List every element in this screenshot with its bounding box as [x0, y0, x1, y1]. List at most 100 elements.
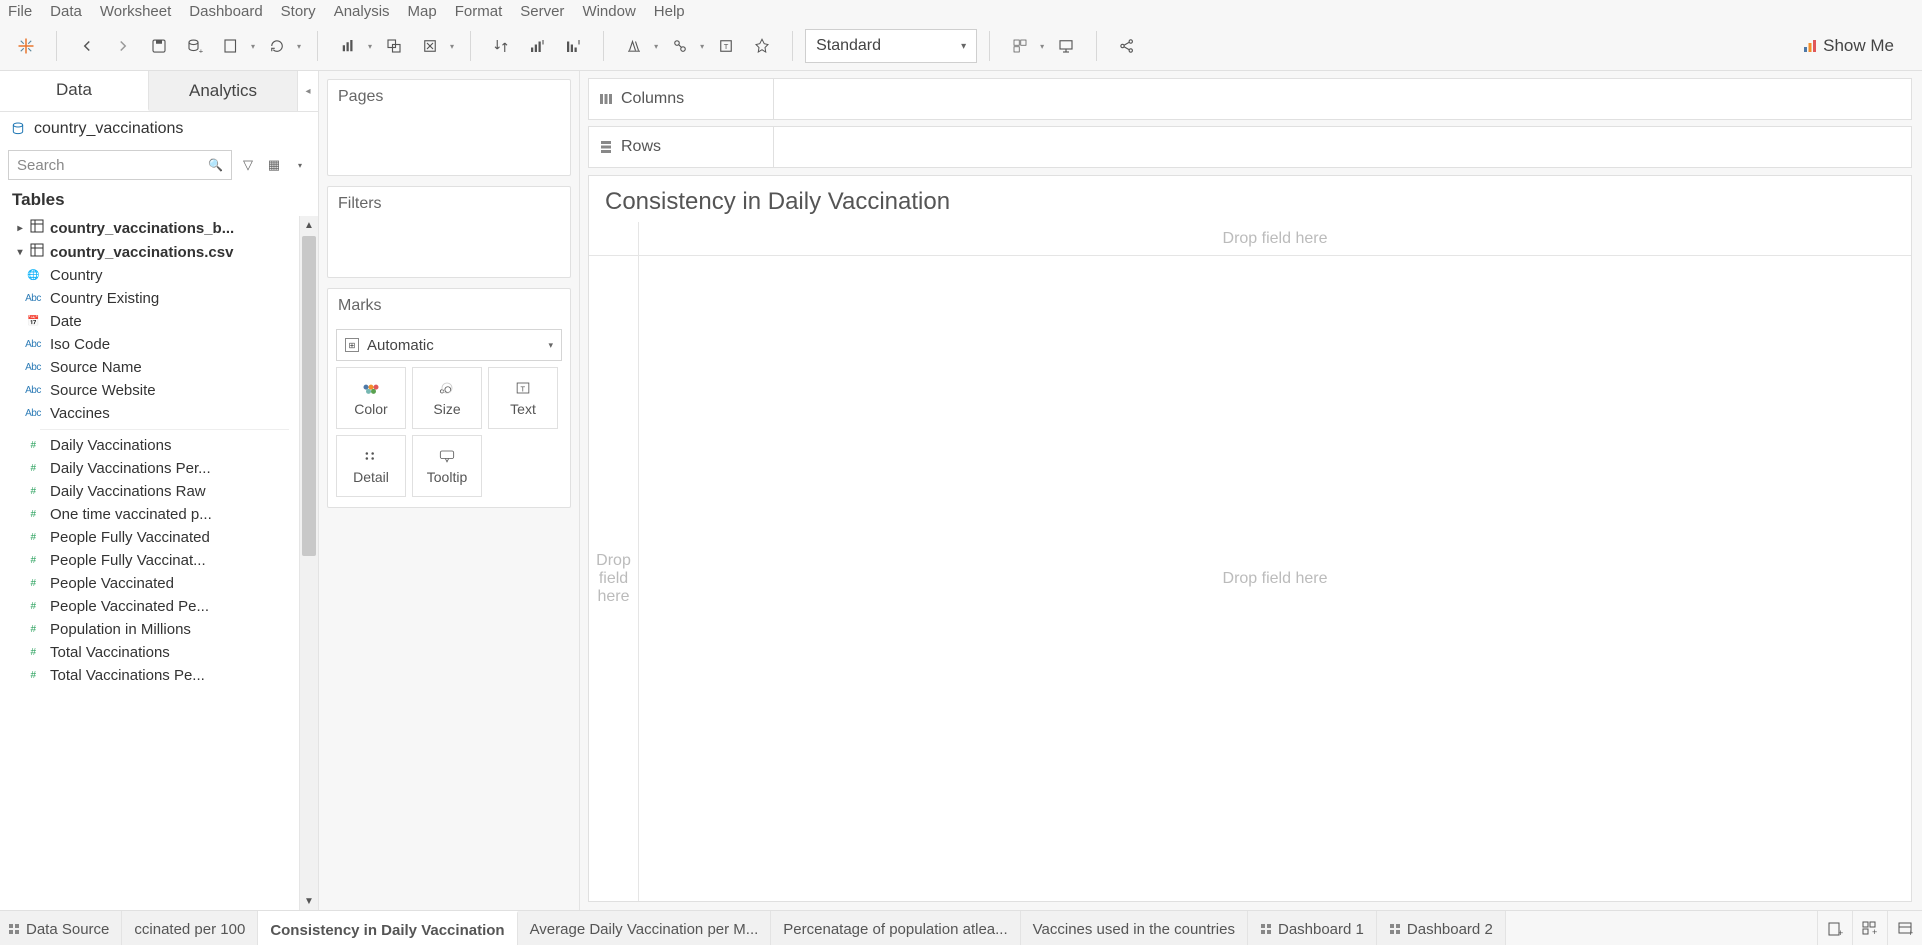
table-row[interactable]: ▸country_vaccinations_b...	[0, 216, 299, 240]
field-item[interactable]: #Total Vaccinations	[0, 641, 299, 664]
scroll-thumb[interactable]	[302, 236, 316, 556]
expand-icon[interactable]: ▸	[14, 223, 26, 234]
group-icon[interactable]	[666, 32, 694, 60]
tab-data[interactable]: Data	[0, 71, 149, 111]
collapse-pane-icon[interactable]: ◂	[298, 71, 318, 111]
highlight-icon[interactable]	[620, 32, 648, 60]
menu-file[interactable]: File	[8, 3, 32, 20]
field-item[interactable]: #Daily Vaccinations Per...	[0, 457, 299, 480]
data-source-tab[interactable]: Data Source	[0, 911, 122, 945]
field-item[interactable]: 📅Date	[0, 310, 299, 333]
highlight-dropdown-icon[interactable]: ▾	[654, 42, 658, 51]
menu-story[interactable]: Story	[281, 3, 316, 20]
field-item[interactable]: AbcSource Website	[0, 379, 299, 402]
body-drop-hint[interactable]: Drop field here	[639, 256, 1911, 901]
table-row[interactable]: ▾country_vaccinations.csv	[0, 240, 299, 264]
swap-icon[interactable]	[487, 32, 515, 60]
menu-window[interactable]: Window	[582, 3, 635, 20]
sheet-tab[interactable]: Dashboard 1	[1248, 911, 1377, 945]
refresh-icon[interactable]	[263, 32, 291, 60]
mark-labels-icon[interactable]: T	[712, 32, 740, 60]
save-icon[interactable]	[145, 32, 173, 60]
field-item[interactable]: #One time vaccinated p...	[0, 503, 299, 526]
rows-drop-zone[interactable]	[774, 126, 1912, 168]
filter-icon[interactable]: ▽	[238, 157, 258, 173]
scroll-down-icon[interactable]: ▼	[300, 892, 318, 910]
partial-tab[interactable]: ccinated per 100	[122, 911, 258, 945]
datasource-item[interactable]: country_vaccinations	[0, 112, 318, 146]
fields-scrollbar[interactable]: ▲ ▼	[299, 216, 318, 910]
fit-mode-select[interactable]: Standard ▾	[805, 29, 977, 63]
size-button[interactable]: Size	[412, 367, 482, 429]
show-cards-dropdown-icon[interactable]: ▾	[1040, 42, 1044, 51]
color-button[interactable]: Color	[336, 367, 406, 429]
menu-format[interactable]: Format	[455, 3, 503, 20]
sort-desc-icon[interactable]	[559, 32, 587, 60]
collapse-icon[interactable]: ▾	[14, 247, 26, 258]
new-worksheet-tab-icon[interactable]: +	[1817, 911, 1852, 945]
sheet-tab[interactable]: Consistency in Daily Vaccination	[258, 911, 517, 945]
pin-icon[interactable]	[748, 32, 776, 60]
new-story-tab-icon[interactable]: +	[1887, 911, 1922, 945]
menu-analysis[interactable]: Analysis	[334, 3, 390, 20]
search-input[interactable]: Search 🔍	[8, 150, 232, 180]
field-item[interactable]: #People Vaccinated	[0, 572, 299, 595]
field-item[interactable]: #Daily Vaccinations	[0, 434, 299, 457]
columns-drop-hint[interactable]: Drop field here	[639, 222, 1911, 256]
refresh-dropdown-icon[interactable]: ▾	[297, 42, 301, 51]
show-me-button[interactable]: Show Me	[1803, 36, 1914, 56]
new-worksheet-icon[interactable]	[217, 32, 245, 60]
field-item[interactable]: #People Fully Vaccinat...	[0, 549, 299, 572]
field-item[interactable]: AbcSource Name	[0, 356, 299, 379]
new-sheet-icon[interactable]	[334, 32, 362, 60]
view-options-icon[interactable]: ▦	[264, 157, 284, 173]
presentation-icon[interactable]	[1052, 32, 1080, 60]
menu-worksheet[interactable]: Worksheet	[100, 3, 171, 20]
menu-server[interactable]: Server	[520, 3, 564, 20]
field-item[interactable]: AbcIso Code	[0, 333, 299, 356]
tableau-logo-icon[interactable]	[12, 32, 40, 60]
sheet-tab[interactable]: Dashboard 2	[1377, 911, 1506, 945]
back-icon[interactable]	[73, 32, 101, 60]
new-worksheet-dropdown-icon[interactable]: ▾	[251, 42, 255, 51]
share-icon[interactable]	[1113, 32, 1141, 60]
filters-card[interactable]: Filters	[327, 186, 571, 278]
scroll-up-icon[interactable]: ▲	[300, 216, 318, 234]
menu-map[interactable]: Map	[408, 3, 437, 20]
field-item[interactable]: AbcVaccines	[0, 402, 299, 425]
columns-shelf[interactable]: Columns	[588, 79, 1912, 119]
field-item[interactable]: #Total Vaccinations Pe...	[0, 664, 299, 687]
view-options-dropdown[interactable]: ▾	[290, 161, 310, 170]
field-item[interactable]: #Daily Vaccinations Raw	[0, 480, 299, 503]
pages-card[interactable]: Pages	[327, 79, 571, 176]
field-item[interactable]: #People Vaccinated Pe...	[0, 595, 299, 618]
rows-shelf[interactable]: Rows	[588, 127, 1912, 167]
menu-data[interactable]: Data	[50, 3, 82, 20]
new-dashboard-tab-icon[interactable]: +	[1852, 911, 1887, 945]
duplicate-icon[interactable]	[380, 32, 408, 60]
text-button[interactable]: T Text	[488, 367, 558, 429]
menu-help[interactable]: Help	[654, 3, 685, 20]
sheet-tab[interactable]: Vaccines used in the countries	[1021, 911, 1248, 945]
new-datasource-icon[interactable]: +	[181, 32, 209, 60]
viz-title[interactable]: Consistency in Daily Vaccination	[589, 176, 1911, 222]
field-item[interactable]: 🌐Country	[0, 264, 299, 287]
detail-button[interactable]: Detail	[336, 435, 406, 497]
mark-type-select[interactable]: ⊞ Automatic ▾	[336, 329, 562, 361]
show-cards-icon[interactable]	[1006, 32, 1034, 60]
columns-drop-zone[interactable]	[774, 78, 1912, 120]
tooltip-button[interactable]: Tooltip	[412, 435, 482, 497]
clear-sheet-dropdown-icon[interactable]: ▾	[450, 42, 454, 51]
forward-icon[interactable]	[109, 32, 137, 60]
clear-sheet-icon[interactable]	[416, 32, 444, 60]
field-item[interactable]: AbcCountry Existing	[0, 287, 299, 310]
tab-analytics[interactable]: Analytics	[149, 71, 298, 111]
group-dropdown-icon[interactable]: ▾	[700, 42, 704, 51]
field-item[interactable]: #Population in Millions	[0, 618, 299, 641]
menu-dashboard[interactable]: Dashboard	[189, 3, 262, 20]
sheet-tab[interactable]: Percenatage of population atlea...	[771, 911, 1020, 945]
sort-asc-icon[interactable]	[523, 32, 551, 60]
rows-drop-hint[interactable]: Drop field here	[589, 256, 639, 901]
field-item[interactable]: #People Fully Vaccinated	[0, 526, 299, 549]
new-sheet-dropdown-icon[interactable]: ▾	[368, 42, 372, 51]
